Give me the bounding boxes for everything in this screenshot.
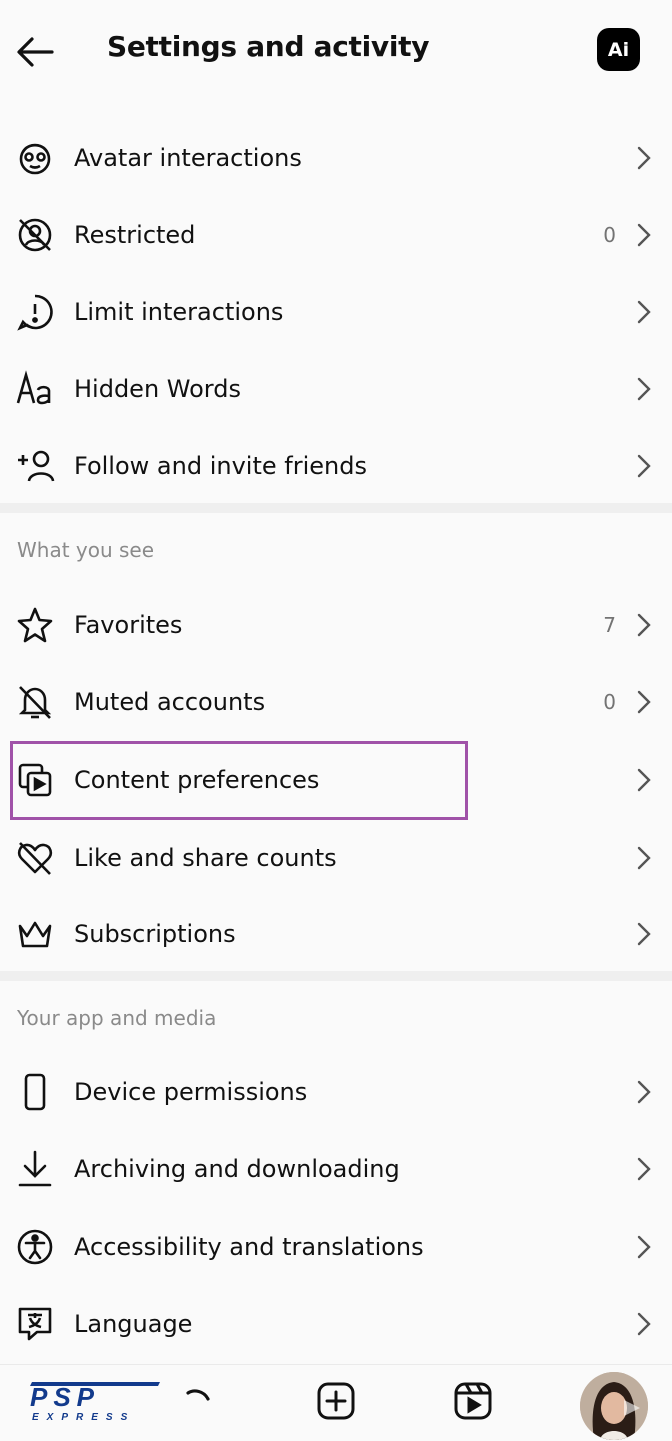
section-heading-app-media: Your app and media xyxy=(17,1006,217,1030)
phone-icon xyxy=(14,1072,56,1112)
row-label: Language xyxy=(74,1310,193,1338)
chevron-right-icon xyxy=(637,223,651,247)
settings-row-like-share-counts[interactable]: Like and share counts xyxy=(0,821,672,895)
row-count: 7 xyxy=(603,613,616,637)
section-divider xyxy=(0,971,672,981)
settings-row-favorites[interactable]: Favorites 7 xyxy=(0,588,672,662)
row-label: Favorites xyxy=(74,611,183,639)
muted-bell-icon xyxy=(14,682,56,722)
row-label: Muted accounts xyxy=(74,688,266,716)
ai-button[interactable]: Ai xyxy=(597,28,640,71)
chevron-right-icon xyxy=(637,377,651,401)
settings-row-subscriptions[interactable]: Subscriptions xyxy=(0,897,672,971)
row-label: Accessibility and translations xyxy=(74,1233,424,1261)
chevron-right-icon xyxy=(637,922,651,946)
hidden-words-icon xyxy=(14,369,56,409)
star-icon xyxy=(14,605,56,645)
row-label: Device permissions xyxy=(74,1078,308,1106)
avatar-face-icon xyxy=(14,138,56,178)
search-icon[interactable] xyxy=(180,1379,224,1423)
row-label: Limit interactions xyxy=(74,298,284,326)
chevron-right-icon xyxy=(637,1157,651,1181)
row-label: Subscriptions xyxy=(74,920,236,948)
row-label: Hidden Words xyxy=(74,375,241,403)
section-heading-what-you-see: What you see xyxy=(17,538,155,562)
psp-express-logo: PSP EXPRESS xyxy=(26,1376,166,1424)
download-icon xyxy=(14,1149,56,1189)
accessibility-icon xyxy=(14,1227,56,1267)
svg-text:EXPRESS: EXPRESS xyxy=(32,1412,135,1423)
row-label: Restricted xyxy=(74,221,196,249)
settings-row-hidden-words[interactable]: Hidden Words xyxy=(0,352,672,426)
create-icon[interactable] xyxy=(314,1379,358,1423)
chevron-right-icon xyxy=(637,1080,651,1104)
section-divider xyxy=(0,503,672,513)
chevron-right-icon xyxy=(637,690,651,714)
chevron-right-icon xyxy=(637,1312,651,1336)
row-label: Like and share counts xyxy=(74,844,337,872)
chevron-right-icon xyxy=(637,1235,651,1259)
settings-row-restricted[interactable]: Restricted 0 xyxy=(0,198,672,272)
language-icon xyxy=(14,1304,56,1344)
row-label: Archiving and downloading xyxy=(74,1155,400,1183)
svg-text:PSP: PSP xyxy=(30,1382,100,1412)
settings-row-language[interactable]: Language xyxy=(0,1287,672,1361)
chevron-right-icon xyxy=(637,768,651,792)
highlight-box xyxy=(10,741,468,820)
profile-avatar[interactable] xyxy=(580,1372,648,1440)
row-count: 0 xyxy=(603,690,616,714)
heart-slash-icon xyxy=(14,838,56,878)
add-person-icon xyxy=(14,446,56,486)
reels-icon[interactable] xyxy=(451,1379,495,1423)
chevron-right-icon xyxy=(637,146,651,170)
chevron-right-icon xyxy=(637,300,651,324)
top-bar: Settings and activity Ai xyxy=(0,0,672,100)
page-title: Settings and activity xyxy=(107,30,430,63)
row-count: 0 xyxy=(603,223,616,247)
settings-row-muted-accounts[interactable]: Muted accounts 0 xyxy=(0,665,672,739)
row-label: Avatar interactions xyxy=(74,144,302,172)
settings-row-archiving[interactable]: Archiving and downloading xyxy=(0,1132,672,1206)
settings-row-accessibility[interactable]: Accessibility and translations xyxy=(0,1210,672,1284)
chevron-right-icon xyxy=(637,846,651,870)
settings-row-follow-invite[interactable]: Follow and invite friends xyxy=(0,429,672,503)
chevron-right-icon xyxy=(637,454,651,478)
row-label: Follow and invite friends xyxy=(74,452,367,480)
settings-row-limit-interactions[interactable]: Limit interactions xyxy=(0,275,672,349)
crown-icon xyxy=(14,914,56,954)
settings-row-device-permissions[interactable]: Device permissions xyxy=(0,1055,672,1129)
chevron-right-icon xyxy=(637,613,651,637)
limit-interactions-icon xyxy=(14,292,56,332)
back-arrow-icon[interactable] xyxy=(14,30,58,74)
settings-row-avatar-interactions[interactable]: Avatar interactions xyxy=(0,121,672,195)
restricted-icon xyxy=(14,215,56,255)
